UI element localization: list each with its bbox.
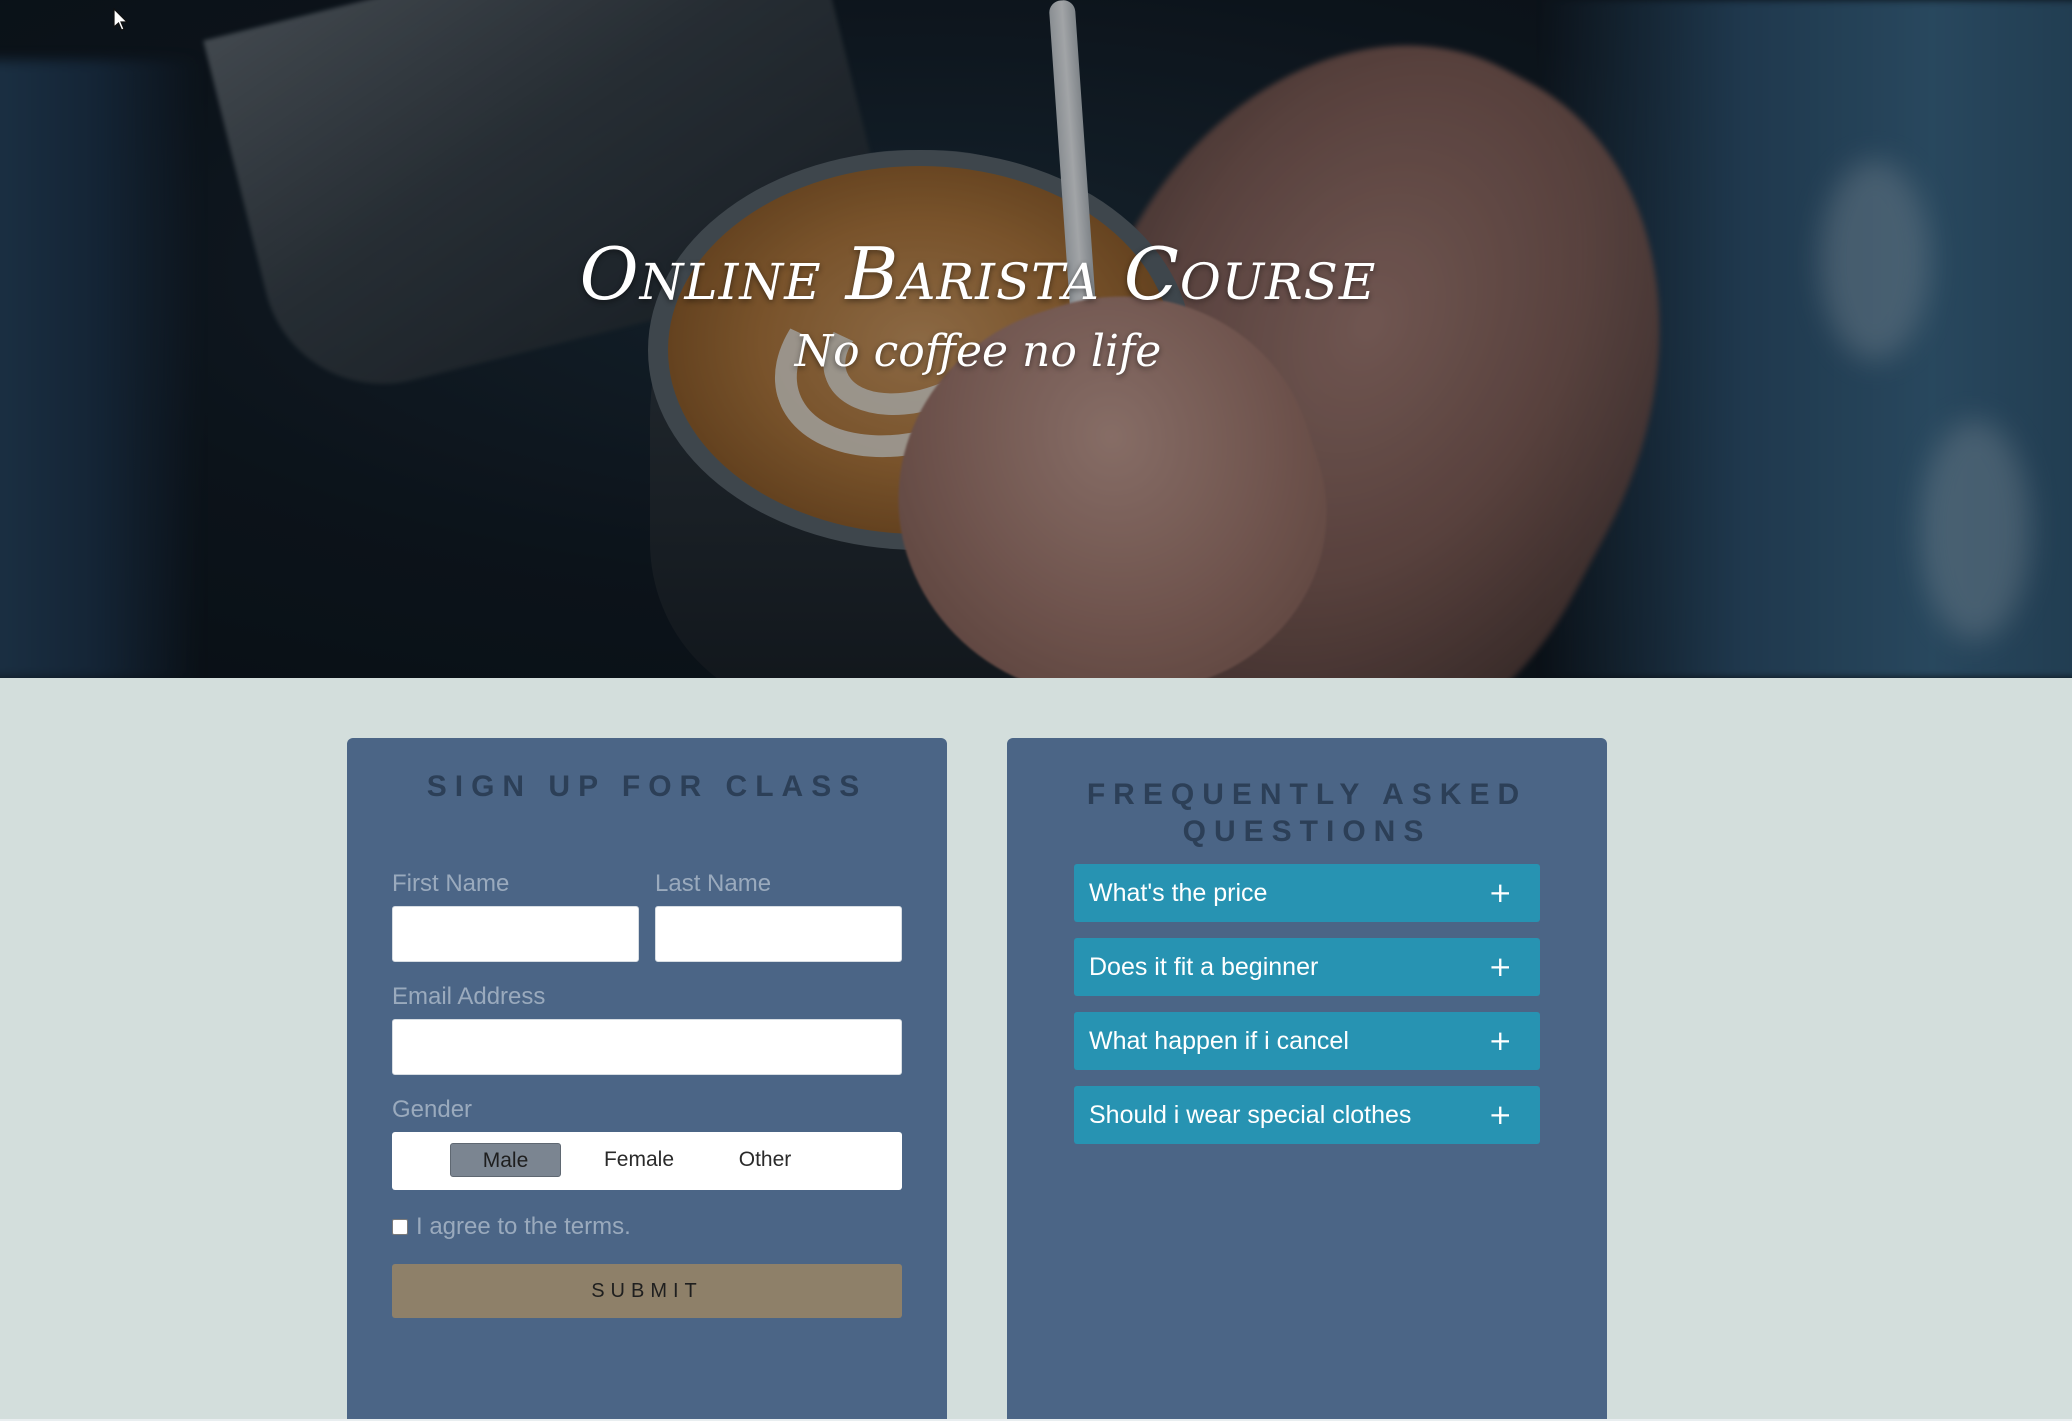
page-subtitle: No coffee no life: [794, 326, 1162, 377]
gender-option-male[interactable]: Male: [450, 1143, 561, 1177]
plus-icon[interactable]: +: [1489, 864, 1512, 922]
plus-icon[interactable]: +: [1489, 938, 1512, 996]
agree-terms-checkbox[interactable]: [392, 1219, 408, 1235]
first-name-label: First Name: [392, 870, 510, 897]
hero-titles: Online Barista Course No coffee no life: [0, 226, 1956, 382]
gender-selector: Male Female Other: [392, 1132, 902, 1190]
email-field[interactable]: [392, 1019, 902, 1075]
faq-item-beginner[interactable]: Does it fit a beginner +: [1074, 938, 1540, 996]
page-title: Online Barista Course: [579, 232, 1377, 316]
plus-icon[interactable]: +: [1489, 1086, 1512, 1144]
first-name-field[interactable]: [392, 906, 639, 962]
faq-question: What happen if i cancel: [1089, 1027, 1349, 1055]
plus-icon[interactable]: +: [1489, 1012, 1512, 1070]
faq-heading: FREQUENTLY ASKED QUESTIONS: [1086, 778, 1528, 848]
gender-option-other[interactable]: Other: [725, 1143, 805, 1177]
faq-question: Should i wear special clothes: [1089, 1101, 1412, 1129]
signup-heading: SIGN UP FOR CLASS: [426, 770, 868, 803]
signup-panel: SIGN UP FOR CLASS First Name Last Name E…: [347, 738, 947, 1421]
faq-item-cancel[interactable]: What happen if i cancel +: [1074, 1012, 1540, 1070]
agree-terms-row: I agree to the terms.: [392, 1212, 631, 1242]
mouse-pointer-icon: [113, 8, 129, 31]
submit-button[interactable]: SUBMIT: [392, 1264, 902, 1318]
faq-question: Does it fit a beginner: [1089, 953, 1319, 981]
gender-option-female[interactable]: Female: [592, 1143, 686, 1177]
agree-terms-label: I agree to the terms.: [416, 1213, 631, 1240]
last-name-label: Last Name: [655, 870, 772, 897]
faq-question: What's the price: [1089, 879, 1268, 907]
faq-item-clothes[interactable]: Should i wear special clothes +: [1074, 1086, 1540, 1144]
last-name-field[interactable]: [655, 906, 902, 962]
faq-item-price[interactable]: What's the price +: [1074, 864, 1540, 922]
faq-panel: FREQUENTLY ASKED QUESTIONS What's the pr…: [1007, 738, 1607, 1421]
email-label: Email Address: [392, 983, 546, 1010]
hero-banner: Online Barista Course No coffee no life: [0, 0, 2072, 678]
gender-label: Gender: [392, 1096, 473, 1123]
